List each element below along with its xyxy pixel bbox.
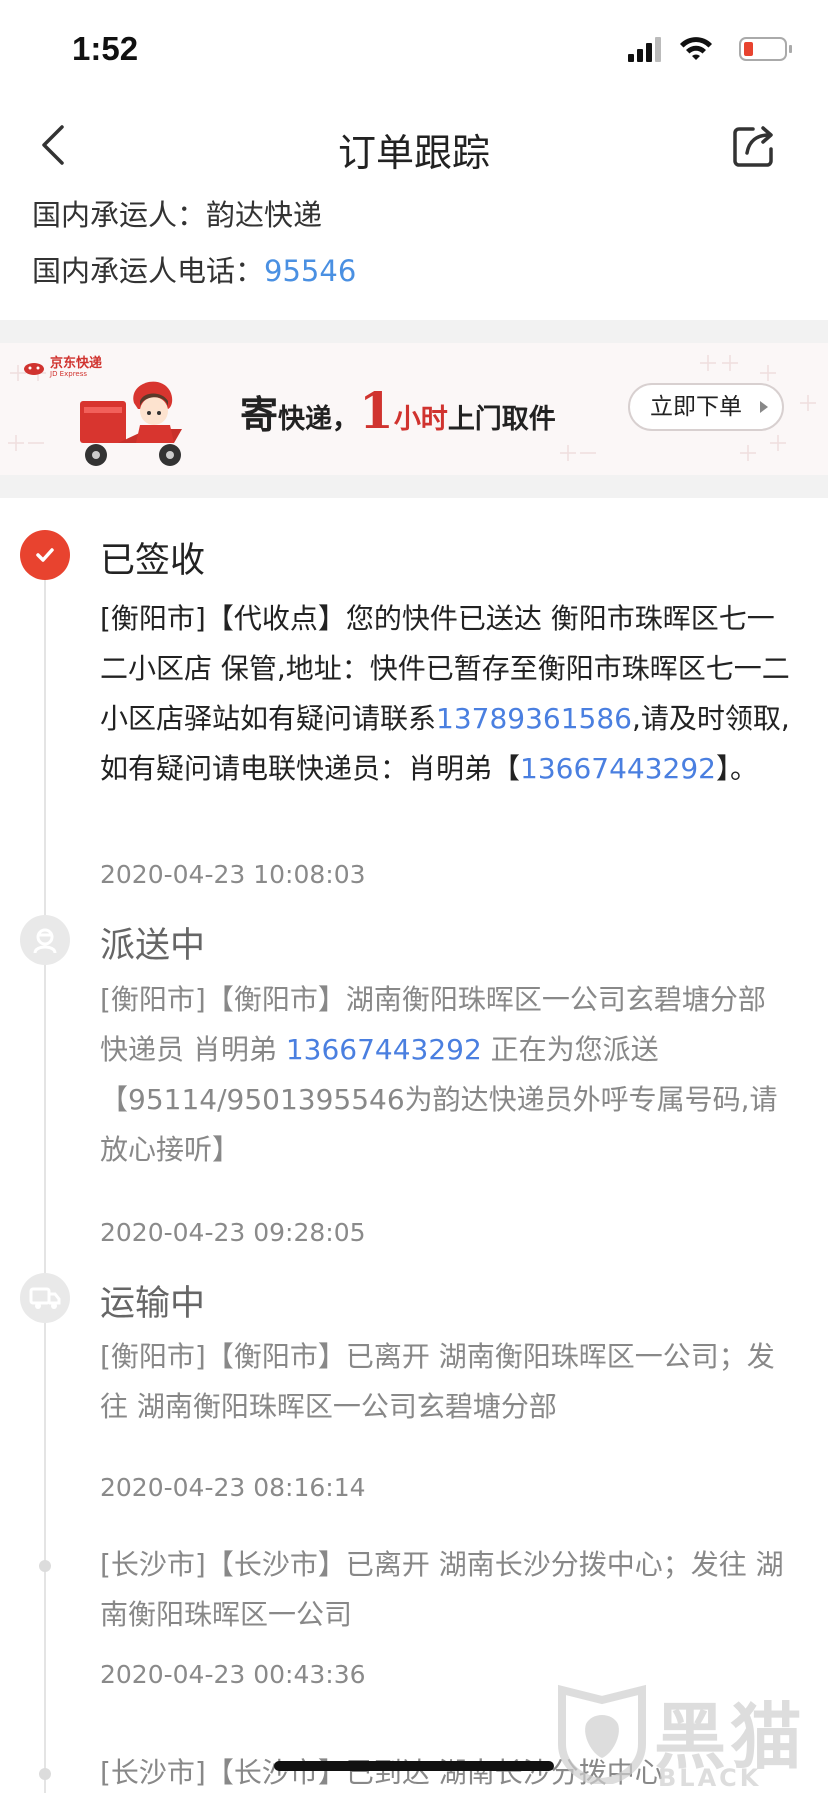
section-divider <box>0 320 828 343</box>
event-time: 2020-04-23 00:43:36 <box>100 1660 366 1689</box>
event-description: [衡阳市]【代收点】您的快件已送达 衡阳市珠晖区七一二小区店 保管,地址：快件已… <box>100 594 790 794</box>
event-time: 2020-04-23 10:08:03 <box>100 860 366 889</box>
banner-slogan: 寄快递，1小时上门取件 <box>240 381 556 440</box>
black-cat-logo-icon <box>558 1684 646 1784</box>
nav-bar: 订单跟踪 <box>0 100 828 192</box>
event-text: [衡阳市]【衡阳市】已离开 湖南衡阳珠晖区一公司；发往 湖南衡阳珠晖区一公司玄碧… <box>100 1340 775 1423</box>
home-indicator[interactable] <box>274 1761 554 1771</box>
carrier-phone-label: 国内承运人电话： <box>32 254 265 288</box>
wifi-icon <box>680 37 712 60</box>
timeline-dot <box>39 1560 51 1572</box>
check-icon <box>20 530 70 580</box>
event-status: 已签收 <box>100 541 206 581</box>
status-time: 1:52 <box>72 30 139 67</box>
watermark-logo: 黑猫 BLACK CAT <box>552 1676 822 1793</box>
slogan-part-3: 1 <box>359 381 394 440</box>
slogan-part-1: 寄 <box>240 393 279 437</box>
event-description: [衡阳市]【衡阳市】湖南衡阳珠晖区一公司玄碧塘分部 快递员 肖明弟 136674… <box>100 975 790 1175</box>
page-title: 订单跟踪 <box>337 131 490 175</box>
chevron-right-icon <box>760 401 768 413</box>
carrier-phone-row: 国内承运人电话：95546 <box>32 248 796 304</box>
slogan-part-4: 小时 <box>393 404 448 435</box>
status-bar: 1:52 <box>0 0 828 100</box>
tracking-timeline: 已签收 [衡阳市]【代收点】您的快件已送达 衡阳市珠晖区七一二小区店 保管,地址… <box>0 500 828 1793</box>
slogan-part-2: 快递， <box>278 404 360 435</box>
battery-icon <box>739 37 792 61</box>
courier-icon <box>20 915 70 965</box>
signal-icon <box>628 37 661 62</box>
jd-dog-icon <box>24 362 44 375</box>
share-icon <box>733 126 773 167</box>
order-now-button[interactable]: 立即下单 <box>628 383 784 431</box>
event-time: 2020-04-23 09:28:05 <box>100 1218 366 1247</box>
event-status: 运输中 <box>100 1284 206 1324</box>
share-button[interactable] <box>726 118 782 174</box>
event-text: 】。 <box>715 752 758 785</box>
phone-link[interactable]: 13789361586 <box>436 702 632 735</box>
carrier-name: 国内承运人：韵达快递 <box>32 198 323 232</box>
promo-banner[interactable]: 京东快递 JD Express 寄快递，1小时上门取件 立即下单 <box>0 343 828 475</box>
section-divider <box>0 475 828 498</box>
tracking-event: 已签收 [衡阳市]【代收点】您的快件已送达 衡阳市珠晖区七一二小区店 保管,地址… <box>0 500 828 900</box>
order-now-label: 立即下单 <box>650 394 742 420</box>
watermark-sub: BLACK CAT <box>658 1764 762 1793</box>
banner-brand: 京东快递 <box>50 356 103 371</box>
courier-scooter-illustration <box>80 381 182 466</box>
event-description: [长沙市]【长沙市】已离开 湖南长沙分拨中心；发往 湖南衡阳珠晖区一公司 <box>100 1540 790 1640</box>
timeline-dot <box>39 1768 51 1780</box>
carrier-phone-link[interactable]: 95546 <box>264 254 356 288</box>
carrier-info: 国内承运人：韵达快递 国内承运人电话：95546 <box>32 192 796 304</box>
event-description: [衡阳市]【衡阳市】已离开 湖南衡阳珠晖区一公司；发往 湖南衡阳珠晖区一公司玄碧… <box>100 1332 790 1432</box>
phone-link[interactable]: 13667443292 <box>286 1033 482 1066</box>
truck-icon <box>20 1273 70 1323</box>
event-status: 派送中 <box>100 926 206 966</box>
slogan-part-5: 上门取件 <box>447 404 556 435</box>
event-time: 2020-04-23 08:16:14 <box>100 1473 366 1502</box>
status-icons <box>628 34 798 64</box>
event-text: [长沙市]【长沙市】已离开 湖南长沙分拨中心；发往 湖南衡阳珠晖区一公司 <box>100 1548 784 1631</box>
phone-link[interactable]: 13667443292 <box>520 752 716 785</box>
